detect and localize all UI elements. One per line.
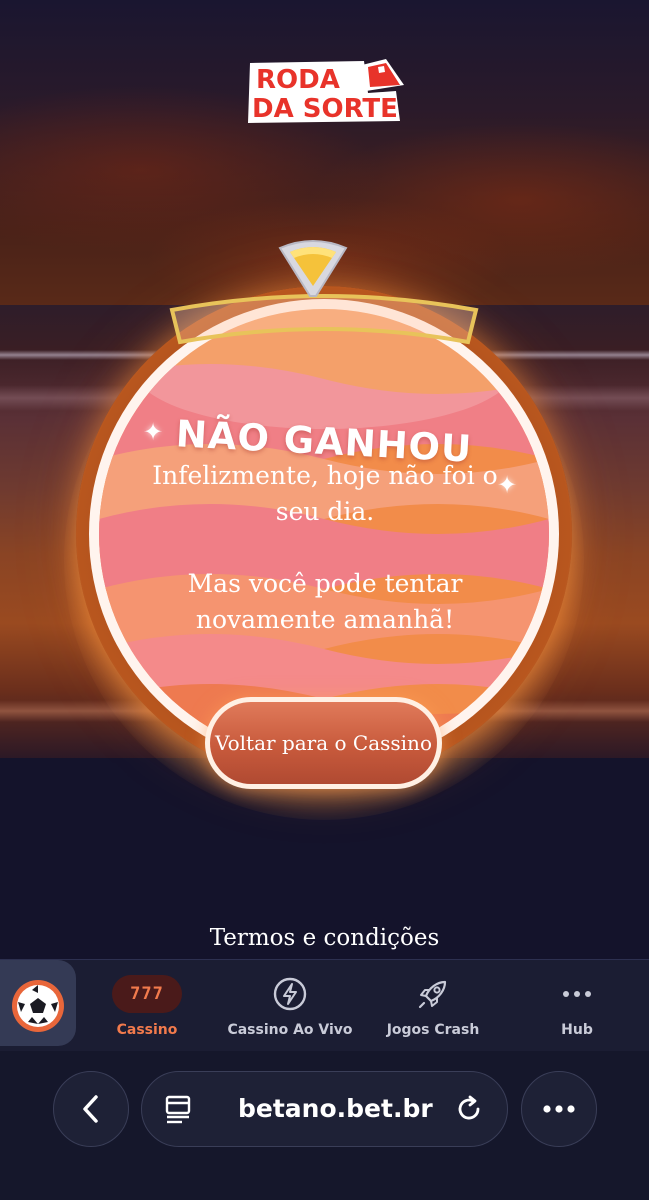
nav-item-label: Cassino Ao Vivo <box>227 1022 353 1038</box>
back-to-casino-button[interactable]: Voltar para o Cassino <box>205 697 442 789</box>
logo-line2: DA SORTE <box>252 94 398 124</box>
more-dots-icon <box>563 991 591 997</box>
rocket-icon <box>418 980 447 1009</box>
nav-item-hub[interactable]: Hub <box>502 974 649 1038</box>
nav-item-jogos-crash[interactable]: Jogos Crash <box>358 974 508 1038</box>
address-bar[interactable]: betano.bet.br <box>141 1071 508 1147</box>
logo-line1: RODA <box>256 65 340 95</box>
result-message: Infelizmente, hoje não foi o seu dia. Ma… <box>140 458 510 638</box>
soccer-ball-icon <box>12 980 64 1032</box>
result-message-line2: Mas você pode tentar novamente amanhã! <box>187 569 463 634</box>
browser-back-button[interactable] <box>53 1071 129 1147</box>
back-to-casino-label: Voltar para o Cassino <box>210 702 437 784</box>
roda-da-sorte-logo: RODA DA SORTE <box>246 57 406 125</box>
result-message-line1: Infelizmente, hoje não foi o seu dia. <box>152 461 498 526</box>
slot-777-icon: 777 <box>112 975 182 1013</box>
url-text: betano.bet.br <box>238 1094 433 1123</box>
reload-icon[interactable] <box>454 1094 484 1129</box>
nav-item-cassino[interactable]: 777 Cassino <box>72 974 222 1038</box>
bottom-nav: 777 Cassino Cassino Ao Vivo Jogos Crash <box>0 959 649 1051</box>
terms-link[interactable]: Termos e condições <box>0 925 649 951</box>
nav-item-label: Cassino <box>116 1022 178 1038</box>
wheel-pointer-icon <box>276 236 350 298</box>
browser-more-button[interactable] <box>521 1071 597 1147</box>
more-dots-icon <box>543 1105 575 1113</box>
page-tabs-icon[interactable] <box>164 1094 194 1129</box>
sports-tab[interactable] <box>0 960 76 1046</box>
nav-item-label: Jogos Crash <box>386 1022 480 1038</box>
lightning-icon <box>273 977 307 1011</box>
browser-toolbar: betano.bet.br <box>0 1051 649 1200</box>
nav-item-cassino-ao-vivo[interactable]: Cassino Ao Vivo <box>215 974 365 1038</box>
nav-item-label: Hub <box>561 1022 593 1038</box>
chevron-left-icon <box>83 1095 98 1123</box>
